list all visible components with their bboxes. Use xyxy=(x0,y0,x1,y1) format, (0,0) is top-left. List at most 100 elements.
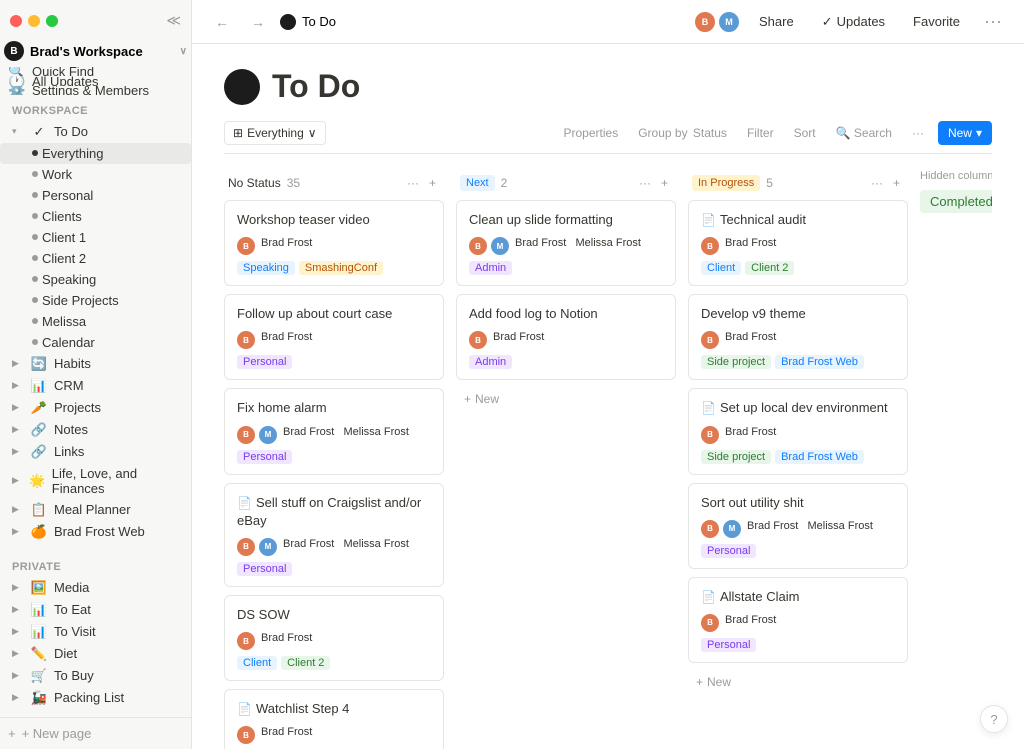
card-court-case[interactable]: Follow up about court case B Brad Frost … xyxy=(224,294,444,380)
sidebar-item-media[interactable]: ▶ 🖼️ Media xyxy=(0,577,191,599)
avatar: B xyxy=(237,632,255,650)
card-tags: Client Client 2 xyxy=(701,261,895,275)
next-add-btn[interactable]: + xyxy=(657,174,672,192)
forward-button[interactable]: → xyxy=(244,8,272,36)
no-status-label: No Status xyxy=(228,176,281,190)
card-avatars: B Brad Frost xyxy=(701,426,895,444)
workspace-header[interactable]: B Brad's Workspace ∨ xyxy=(0,35,191,67)
card-assignee: Brad Frost Melissa Frost xyxy=(283,426,409,444)
sidebar-item-tobuy[interactable]: ▶ 🛒 To Buy xyxy=(0,665,191,687)
sidebar-item-projects[interactable]: ▶ 🥕 Projects xyxy=(0,397,191,419)
no-status-add-btn[interactable]: + xyxy=(425,174,440,192)
tovisit-toggle-icon: ▶ xyxy=(12,626,24,637)
search-button[interactable]: 🔍 Search xyxy=(830,123,898,143)
view-selector-button[interactable]: ⊞ Everything ∨ xyxy=(224,121,326,145)
collapse-sidebar-btn[interactable]: ≪ xyxy=(166,12,181,29)
share-button[interactable]: Share xyxy=(749,10,804,33)
avatar-brad: B xyxy=(693,10,717,34)
sidebar-item-bradfrostweb[interactable]: ▶ 🍊 Brad Frost Web xyxy=(0,521,191,543)
no-status-more-btn[interactable]: ··· xyxy=(403,174,423,192)
card-avatars: B Brad Frost xyxy=(469,331,663,349)
links-toggle-icon: ▶ xyxy=(12,446,24,457)
card-technical-audit[interactable]: 📄Technical audit B Brad Frost Client Cli… xyxy=(688,200,908,286)
toolbar-more-button[interactable]: ··· xyxy=(906,123,930,143)
sidebar-item-crm[interactable]: ▶ 📊 CRM xyxy=(0,375,191,397)
card-craigslist[interactable]: 📄Sell stuff on Craigslist and/or eBay B … xyxy=(224,483,444,587)
maximize-window-btn[interactable] xyxy=(46,15,58,27)
back-button[interactable]: ← xyxy=(208,8,236,36)
subitem-melissa-label: Melissa xyxy=(42,314,86,329)
sidebar-item-diet[interactable]: ▶ ✏️ Diet xyxy=(0,643,191,665)
sidebar-subitem-clients[interactable]: Clients xyxy=(0,206,191,227)
sidebar-item-links[interactable]: ▶ 🔗 Links xyxy=(0,441,191,463)
card-avatars: B Brad Frost xyxy=(237,331,431,349)
group-by-button[interactable]: Group by Status xyxy=(632,123,733,143)
sidebar-item-todo[interactable]: ▾ ✓ To Do xyxy=(0,121,191,143)
projects-toggle-icon: ▶ xyxy=(12,402,24,413)
sidebar-subitem-side-projects[interactable]: Side Projects xyxy=(0,290,191,311)
completed-row[interactable]: Completed 367 xyxy=(920,190,992,213)
close-window-btn[interactable] xyxy=(10,15,22,27)
card-assignee: Brad Frost xyxy=(261,726,312,744)
sidebar-item-packing[interactable]: ▶ 🚂 Packing List xyxy=(0,687,191,709)
card-food-log[interactable]: Add food log to Notion B Brad Frost Admi… xyxy=(456,294,676,380)
dot-icon xyxy=(32,192,38,198)
add-card-next[interactable]: + New xyxy=(456,388,676,410)
sidebar-subitem-speaking[interactable]: Speaking xyxy=(0,269,191,290)
favorite-button[interactable]: Favorite xyxy=(903,10,970,33)
todo-label: To Do xyxy=(54,124,88,139)
column-header-next: Next 2 ··· + xyxy=(456,170,676,200)
card-slide-formatting[interactable]: Clean up slide formatting B M Brad Frost… xyxy=(456,200,676,286)
sidebar-subitem-client1[interactable]: Client 1 xyxy=(0,227,191,248)
dot-icon xyxy=(32,255,38,261)
sidebar-item-toeat[interactable]: ▶ 📊 To Eat xyxy=(0,599,191,621)
sort-button[interactable]: Sort xyxy=(788,123,822,143)
sidebar-subitem-calendar[interactable]: Calendar xyxy=(0,332,191,353)
card-workshop-teaser[interactable]: Workshop teaser video B Brad Frost Speak… xyxy=(224,200,444,286)
sidebar-subitem-everything[interactable]: Everything xyxy=(0,143,191,164)
sidebar-subitem-work[interactable]: Work xyxy=(0,164,191,185)
updates-button[interactable]: ✓ Updates xyxy=(812,10,895,34)
sidebar-item-tovisit[interactable]: ▶ 📊 To Visit xyxy=(0,621,191,643)
in-progress-add-btn[interactable]: + xyxy=(889,174,904,192)
in-progress-more-btn[interactable]: ··· xyxy=(867,174,887,192)
card-utility[interactable]: Sort out utility shit B M Brad Frost Mel… xyxy=(688,483,908,569)
sidebar-subitem-client2[interactable]: Client 2 xyxy=(0,248,191,269)
minimize-window-btn[interactable] xyxy=(28,15,40,27)
new-item-button[interactable]: New ▾ xyxy=(938,121,992,145)
tag: Personal xyxy=(237,355,292,369)
card-watchlist[interactable]: 📄Watchlist Step 4 B Brad Frost Client Cl… xyxy=(224,689,444,749)
tovisit-icon: 📊 xyxy=(30,624,48,640)
card-ds-sow[interactable]: DS SOW B Brad Frost Client Client 2 xyxy=(224,595,444,681)
notes-icon: 🔗 xyxy=(30,422,48,438)
card-v9-theme[interactable]: Develop v9 theme B Brad Frost Side proje… xyxy=(688,294,908,380)
card-dev-env[interactable]: 📄Set up local dev environment B Brad Fro… xyxy=(688,388,908,474)
sidebar-item-habits[interactable]: ▶ 🔄 Habits xyxy=(0,353,191,375)
habits-toggle-icon: ▶ xyxy=(12,358,24,369)
card-allstate[interactable]: 📄Allstate Claim B Brad Frost Personal xyxy=(688,577,908,663)
sidebar-item-quick-find[interactable]: 🔍 Quick Find xyxy=(0,67,191,76)
card-tags: Personal xyxy=(701,638,895,652)
more-options-button[interactable]: ··· xyxy=(978,7,1008,36)
properties-button[interactable]: Properties xyxy=(558,123,625,143)
search-icon: 🔍 xyxy=(8,67,26,76)
new-page-button[interactable]: + + New page xyxy=(0,717,191,749)
sidebar-item-notes[interactable]: ▶ 🔗 Notes xyxy=(0,419,191,441)
card-home-alarm[interactable]: Fix home alarm B M Brad Frost Melissa Fr… xyxy=(224,388,444,474)
sidebar-item-all-updates[interactable]: 🕐 All Updates xyxy=(0,76,191,85)
sidebar-item-meal[interactable]: ▶ 📋 Meal Planner xyxy=(0,499,191,521)
sidebar-item-life[interactable]: ▶ 🌟 Life, Love, and Finances xyxy=(0,463,191,499)
card-avatars: B Brad Frost xyxy=(237,726,431,744)
add-card-label: New xyxy=(707,675,731,689)
help-button[interactable]: ? xyxy=(980,705,1008,733)
filter-button[interactable]: Filter xyxy=(741,123,780,143)
next-more-btn[interactable]: ··· xyxy=(635,174,655,192)
sidebar-subitem-personal[interactable]: Personal xyxy=(0,185,191,206)
packing-icon: 🚂 xyxy=(30,690,48,706)
card-title: Develop v9 theme xyxy=(701,305,895,323)
add-card-in-progress[interactable]: + New xyxy=(688,671,908,693)
sidebar-item-settings[interactable]: ⚙️ Settings & Members xyxy=(0,86,191,95)
dot-icon xyxy=(32,297,38,303)
sidebar-subitem-melissa[interactable]: Melissa xyxy=(0,311,191,332)
column-next: Next 2 ··· + Clean up slide formatting B… xyxy=(456,170,676,410)
